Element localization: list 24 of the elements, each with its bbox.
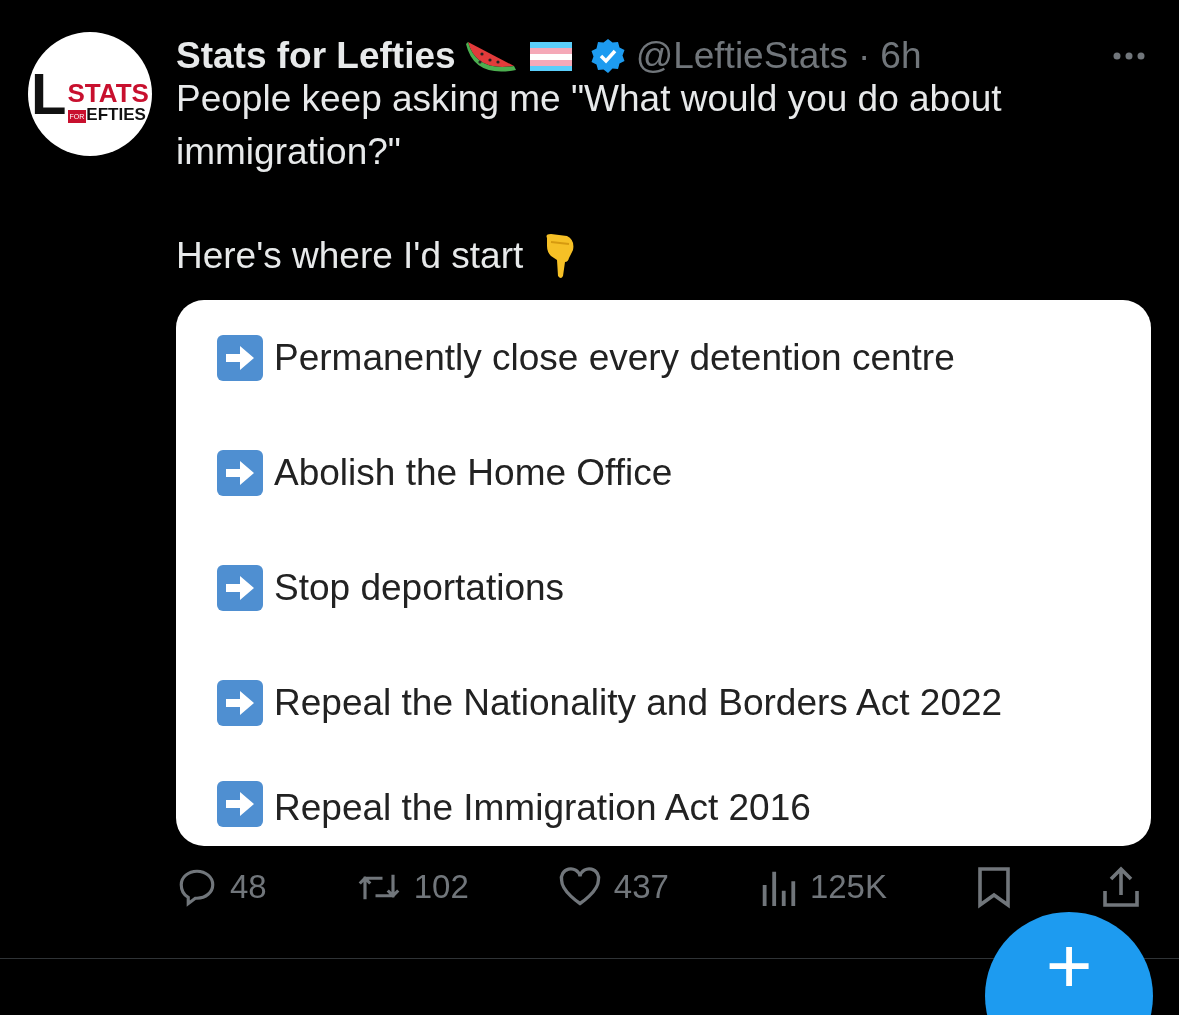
list-item-text: Repeal the Nationality and Borders Act 2022 — [274, 681, 1003, 726]
logo-text: EFTIES — [86, 106, 146, 123]
list-item-text: Repeal the Immigration Act 2016 — [274, 786, 811, 831]
retweet-button[interactable]: 102 — [355, 862, 469, 912]
arrow-right-icon — [216, 678, 264, 727]
list-item-text: Abolish the Home Office — [274, 451, 673, 496]
logo-text: STATS — [67, 80, 149, 106]
list-item-text: Permanently close every detention centre — [274, 336, 955, 381]
post-image-card[interactable]: Permanently close every detention centre Abolish the Home Office Stop deportations Repeal the Nationality and Borders Act 2022 Repeal the Immigration Act 2016 — [176, 300, 1151, 847]
arrow-right-icon — [216, 448, 264, 497]
arrow-right-icon — [216, 780, 264, 829]
post-text: Here's where I'd start — [176, 233, 524, 278]
separator-dot: · — [858, 34, 871, 78]
compose-button[interactable]: + — [985, 912, 1153, 1015]
list-item-text: Stop deportations — [274, 566, 565, 611]
share-icon — [1101, 865, 1141, 910]
views-button[interactable]: 125K — [757, 862, 887, 912]
like-button[interactable]: 437 — [557, 862, 669, 912]
bookmark-icon — [976, 865, 1012, 910]
reply-button[interactable]: 48 — [176, 862, 267, 912]
arrow-right-icon — [216, 333, 264, 382]
logo-letter: L — [31, 65, 67, 123]
arrow-right-icon — [216, 563, 264, 612]
more-icon[interactable] — [1113, 51, 1145, 60]
